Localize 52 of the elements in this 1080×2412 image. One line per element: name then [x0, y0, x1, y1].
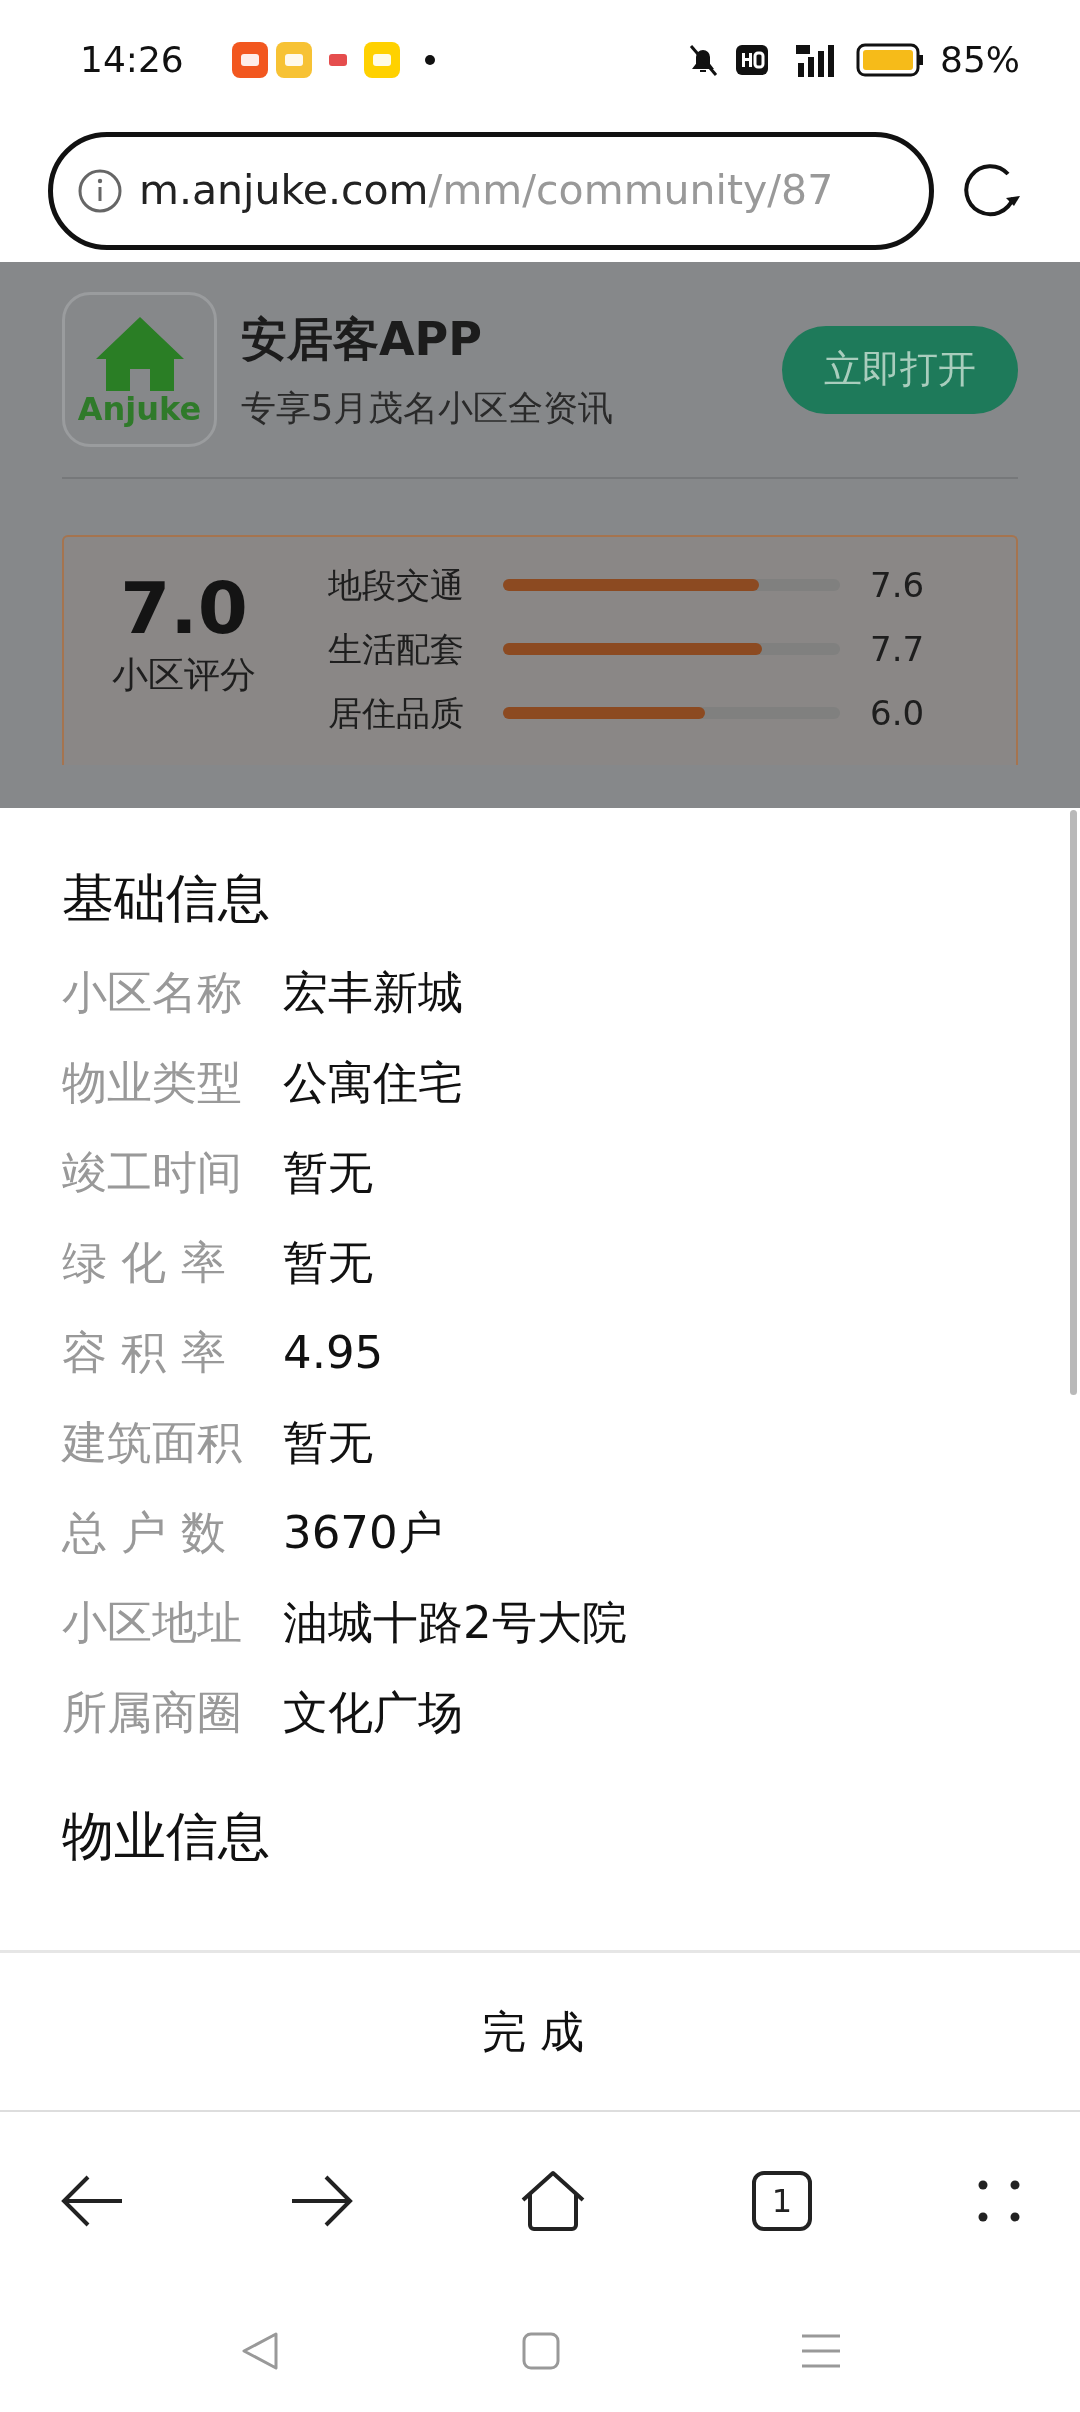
hd-icon	[736, 45, 768, 75]
rating-value: 6.0	[870, 691, 925, 735]
app-name: 安居客APP	[241, 310, 484, 368]
clock: 14:26	[80, 38, 184, 82]
field-value: 3670户	[283, 1505, 443, 1562]
done-button[interactable]: 完成	[476, 1997, 604, 2066]
field-label: 绿 化 率	[62, 1235, 227, 1292]
tabs-button[interactable]: 1	[752, 2171, 812, 2231]
forward-icon[interactable]	[290, 2173, 354, 2229]
field-value: 文化广场	[283, 1685, 463, 1742]
field-value: 油城十路2号大院	[283, 1595, 627, 1652]
section-title: 物业信息	[62, 1805, 271, 1868]
field-label: 容 积 率	[62, 1325, 227, 1382]
notification-app-icon	[231, 42, 268, 78]
field-label: 小区地址	[62, 1595, 243, 1652]
field-label: 所属商圈	[62, 1685, 243, 1742]
score-value: 7.0	[120, 569, 248, 649]
nav-recents-icon[interactable]	[802, 2333, 840, 2369]
field-label: 物业类型	[62, 1055, 243, 1112]
field-value: 4.95	[283, 1325, 384, 1382]
battery-percent: 85%	[940, 38, 1020, 82]
field-label: 建筑面积	[62, 1415, 243, 1472]
rating-value: 7.6	[870, 563, 925, 607]
field-value: 公寓住宅	[283, 1055, 463, 1112]
score-label: 小区评分	[112, 653, 256, 698]
nav-back-icon[interactable]	[240, 2331, 280, 2371]
back-icon[interactable]	[60, 2173, 124, 2229]
dot-icon	[423, 54, 436, 66]
field-value: 暂无	[283, 1145, 373, 1202]
rating-label: 地段交通	[328, 563, 465, 607]
field-label: 竣工时间	[62, 1145, 243, 1202]
notification-app-icon	[363, 42, 400, 78]
rating-value: 7.7	[870, 627, 925, 671]
field-value: 暂无	[283, 1235, 373, 1292]
field-value: 宏丰新城	[283, 965, 463, 1022]
battery-icon	[856, 43, 924, 77]
app-tagline: 专享5月茂名小区全资讯	[241, 386, 614, 430]
nav-home-icon[interactable]	[522, 2332, 560, 2370]
scrollbar[interactable]	[1070, 810, 1077, 1395]
rating-label: 居住品质	[328, 691, 465, 735]
rating-label: 生活配套	[328, 627, 465, 671]
field-label: 总 户 数	[62, 1505, 227, 1562]
field-value: 暂无	[283, 1415, 373, 1472]
info-icon[interactable]	[77, 168, 123, 214]
notification-app-icon	[275, 42, 312, 78]
field-label: 小区名称	[62, 965, 243, 1022]
logo-text: Anjuke	[77, 392, 202, 425]
address-bar[interactable]: m.anjuke.com/mm/community/87	[48, 132, 934, 250]
url-text[interactable]: m.anjuke.com/mm/community/87	[139, 160, 834, 222]
section-title: 基础信息	[62, 867, 271, 930]
home-icon[interactable]	[520, 2170, 586, 2232]
menu-icon[interactable]	[978, 2180, 1020, 2222]
